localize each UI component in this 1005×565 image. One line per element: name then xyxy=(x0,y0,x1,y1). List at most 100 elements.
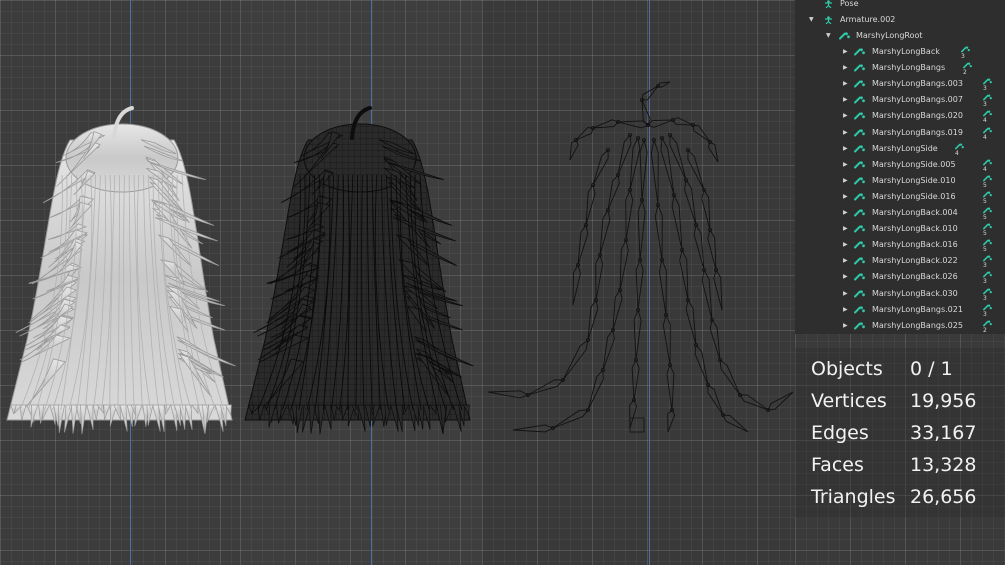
stat-triangles: Triangles 26,656 xyxy=(795,486,1005,518)
bone-icon xyxy=(983,127,992,133)
expand-triangle-icon[interactable]: ▶ xyxy=(843,302,848,318)
stat-vertices-label: Vertices xyxy=(811,390,887,412)
bone-icon xyxy=(983,271,992,278)
bone-icon xyxy=(854,80,865,88)
outliner-row-bone[interactable]: ▶ MarshyLongBangs.021 3 xyxy=(795,302,1005,318)
bone-icon xyxy=(854,177,865,185)
expand-triangle-icon[interactable]: ▶ xyxy=(843,44,848,60)
outliner-row-bone[interactable]: ▶ MarshyLongSide 4 xyxy=(795,141,1005,157)
outliner-row-bone[interactable]: ▶ MarshyLongBack.030 3 xyxy=(795,286,1005,302)
solid-hair-mesh xyxy=(6,106,236,435)
bone-name: MarshyLongBack.026 xyxy=(872,272,958,282)
outliner-row-bone[interactable]: ▶ MarshyLongBangs.020 4 xyxy=(795,108,1005,124)
expand-triangle-icon[interactable]: ▶ xyxy=(843,221,848,237)
child-count: 3 xyxy=(983,85,987,93)
outliner-row-bone[interactable]: ▶ MarshyLongBack.022 3 xyxy=(795,253,1005,269)
collapse-triangle-icon[interactable]: ▼ xyxy=(826,28,831,44)
outliner-row-bone[interactable]: ▶ MarshyLongSide.005 4 xyxy=(795,157,1005,173)
pose-icon xyxy=(825,0,832,8)
expand-triangle-icon[interactable]: ▶ xyxy=(843,76,848,92)
child-count: 5 xyxy=(983,230,987,238)
outliner-row-bone[interactable]: ▶ MarshyLongSide.016 5 xyxy=(795,189,1005,205)
bone-name: MarshyLongBack.016 xyxy=(872,240,958,250)
outliner-row-bone[interactable]: ▶ MarshyLongBack.004 5 xyxy=(795,205,1005,221)
stat-vertices: Vertices 19,956 xyxy=(795,390,1005,422)
outliner-label-root: MarshyLongRoot xyxy=(856,31,923,40)
bone-icon xyxy=(854,322,865,330)
expand-triangle-icon[interactable]: ▶ xyxy=(843,189,848,205)
outliner-row-bone[interactable]: ▶ MarshyLongBack.016 5 xyxy=(795,237,1005,253)
stat-edges: Edges 33,167 xyxy=(795,422,1005,454)
child-count-badge: 2 xyxy=(983,320,992,334)
bone-name: MarshyLongSide.010 xyxy=(872,175,956,185)
outliner-row-bone[interactable]: ▶ MarshyLongBangs.007 3 xyxy=(795,92,1005,108)
bone-name: MarshyLongBack.022 xyxy=(872,256,958,266)
child-count: 4 xyxy=(955,149,959,157)
bone-name: MarshyLongBangs.021 xyxy=(872,304,963,314)
stat-objects: Objects 0 / 1 xyxy=(795,358,1005,390)
bone-name: MarshyLongBangs xyxy=(872,63,946,73)
bone-icon xyxy=(983,239,992,246)
wireframe-hair-mesh xyxy=(244,106,474,435)
expand-triangle-icon[interactable]: ▶ xyxy=(843,318,848,334)
bone-name: MarshyLongSide xyxy=(872,143,938,153)
bone-icon xyxy=(983,191,992,198)
expand-triangle-icon[interactable]: ▶ xyxy=(843,141,848,157)
child-count: 3 xyxy=(983,262,987,270)
expand-triangle-icon[interactable]: ▶ xyxy=(843,92,848,108)
child-count: 5 xyxy=(983,197,987,205)
child-count: 3 xyxy=(983,294,987,302)
bone-icon xyxy=(854,48,865,56)
stat-vertices-value: 19,956 xyxy=(910,390,977,412)
outliner-row-bone[interactable]: ▶ MarshyLongBangs 2 xyxy=(795,60,1005,76)
bone-icon xyxy=(839,32,850,40)
stat-triangles-label: Triangles xyxy=(811,486,896,508)
child-count: 3 xyxy=(983,310,987,318)
outliner-row-bone[interactable]: ▶ MarshyLongSide.010 5 xyxy=(795,173,1005,189)
outliner-row-bone[interactable]: ▶ MarshyLongBangs.003 3 xyxy=(795,76,1005,92)
outliner-row-pose[interactable]: Pose xyxy=(795,0,1005,12)
bone-icon xyxy=(854,289,865,297)
bone-icon xyxy=(854,305,865,314)
outliner-panel[interactable]: Pose ▼ Armature.002 ▼ MarshyLongRoot ▶ Ma… xyxy=(795,0,1005,334)
expand-triangle-icon[interactable]: ▶ xyxy=(843,157,848,173)
expand-triangle-icon[interactable]: ▶ xyxy=(843,108,848,124)
outliner-row-bone[interactable]: ▶ MarshyLongBangs.019 4 xyxy=(795,125,1005,141)
bone-icon xyxy=(983,223,992,230)
child-count: 3 xyxy=(983,101,987,109)
expand-triangle-icon[interactable]: ▶ xyxy=(843,253,848,269)
outliner-row-bone[interactable]: ▶ MarshyLongBack.010 5 xyxy=(795,221,1005,237)
expand-triangle-icon[interactable]: ▶ xyxy=(843,60,848,76)
child-count: 5 xyxy=(983,246,987,254)
expand-triangle-icon[interactable]: ▶ xyxy=(843,125,848,141)
outliner-row-bone[interactable]: ▶ MarshyLongBangs.025 2 xyxy=(795,318,1005,334)
bone-icon xyxy=(854,144,865,153)
expand-triangle-icon[interactable]: ▶ xyxy=(843,286,848,302)
bone-icon xyxy=(854,112,865,120)
bone-icon xyxy=(854,64,865,72)
bone-icon xyxy=(983,110,992,117)
child-count: 5 xyxy=(983,181,987,189)
bone-icon xyxy=(854,273,865,281)
bone-icon xyxy=(854,96,865,104)
bone-name: MarshyLongSide.016 xyxy=(872,191,956,201)
outliner-row-root-bone[interactable]: ▼ MarshyLongRoot xyxy=(795,28,1005,44)
bone-name: MarshyLongBack.030 xyxy=(872,288,958,298)
expand-triangle-icon[interactable]: ▶ xyxy=(843,173,848,189)
expand-triangle-icon[interactable]: ▶ xyxy=(843,237,848,253)
outliner-row-bone[interactable]: ▶ MarshyLongBack.026 3 xyxy=(795,269,1005,285)
outliner-row-armature[interactable]: ▼ Armature.002 xyxy=(795,12,1005,28)
bone-icon xyxy=(955,143,964,149)
expand-triangle-icon[interactable]: ▶ xyxy=(843,205,848,221)
child-count: 5 xyxy=(983,214,987,221)
bone-name: MarshyLongBangs.007 xyxy=(872,95,963,105)
outliner-label-armature: Armature.002 xyxy=(840,15,896,24)
expand-triangle-icon[interactable]: ▶ xyxy=(843,269,848,285)
bone-icon xyxy=(854,161,865,169)
collapse-triangle-icon[interactable]: ▼ xyxy=(809,12,814,28)
outliner-row-bone[interactable]: ▶ MarshyLongBack 3 xyxy=(795,44,1005,60)
bone-name: MarshyLongBangs.019 xyxy=(872,127,963,137)
bone-icon xyxy=(983,255,992,262)
stat-edges-value: 33,167 xyxy=(910,422,977,444)
scene-statistics-overlay: Objects 0 / 1 Vertices 19,956 Edges 33,1… xyxy=(795,348,1005,518)
